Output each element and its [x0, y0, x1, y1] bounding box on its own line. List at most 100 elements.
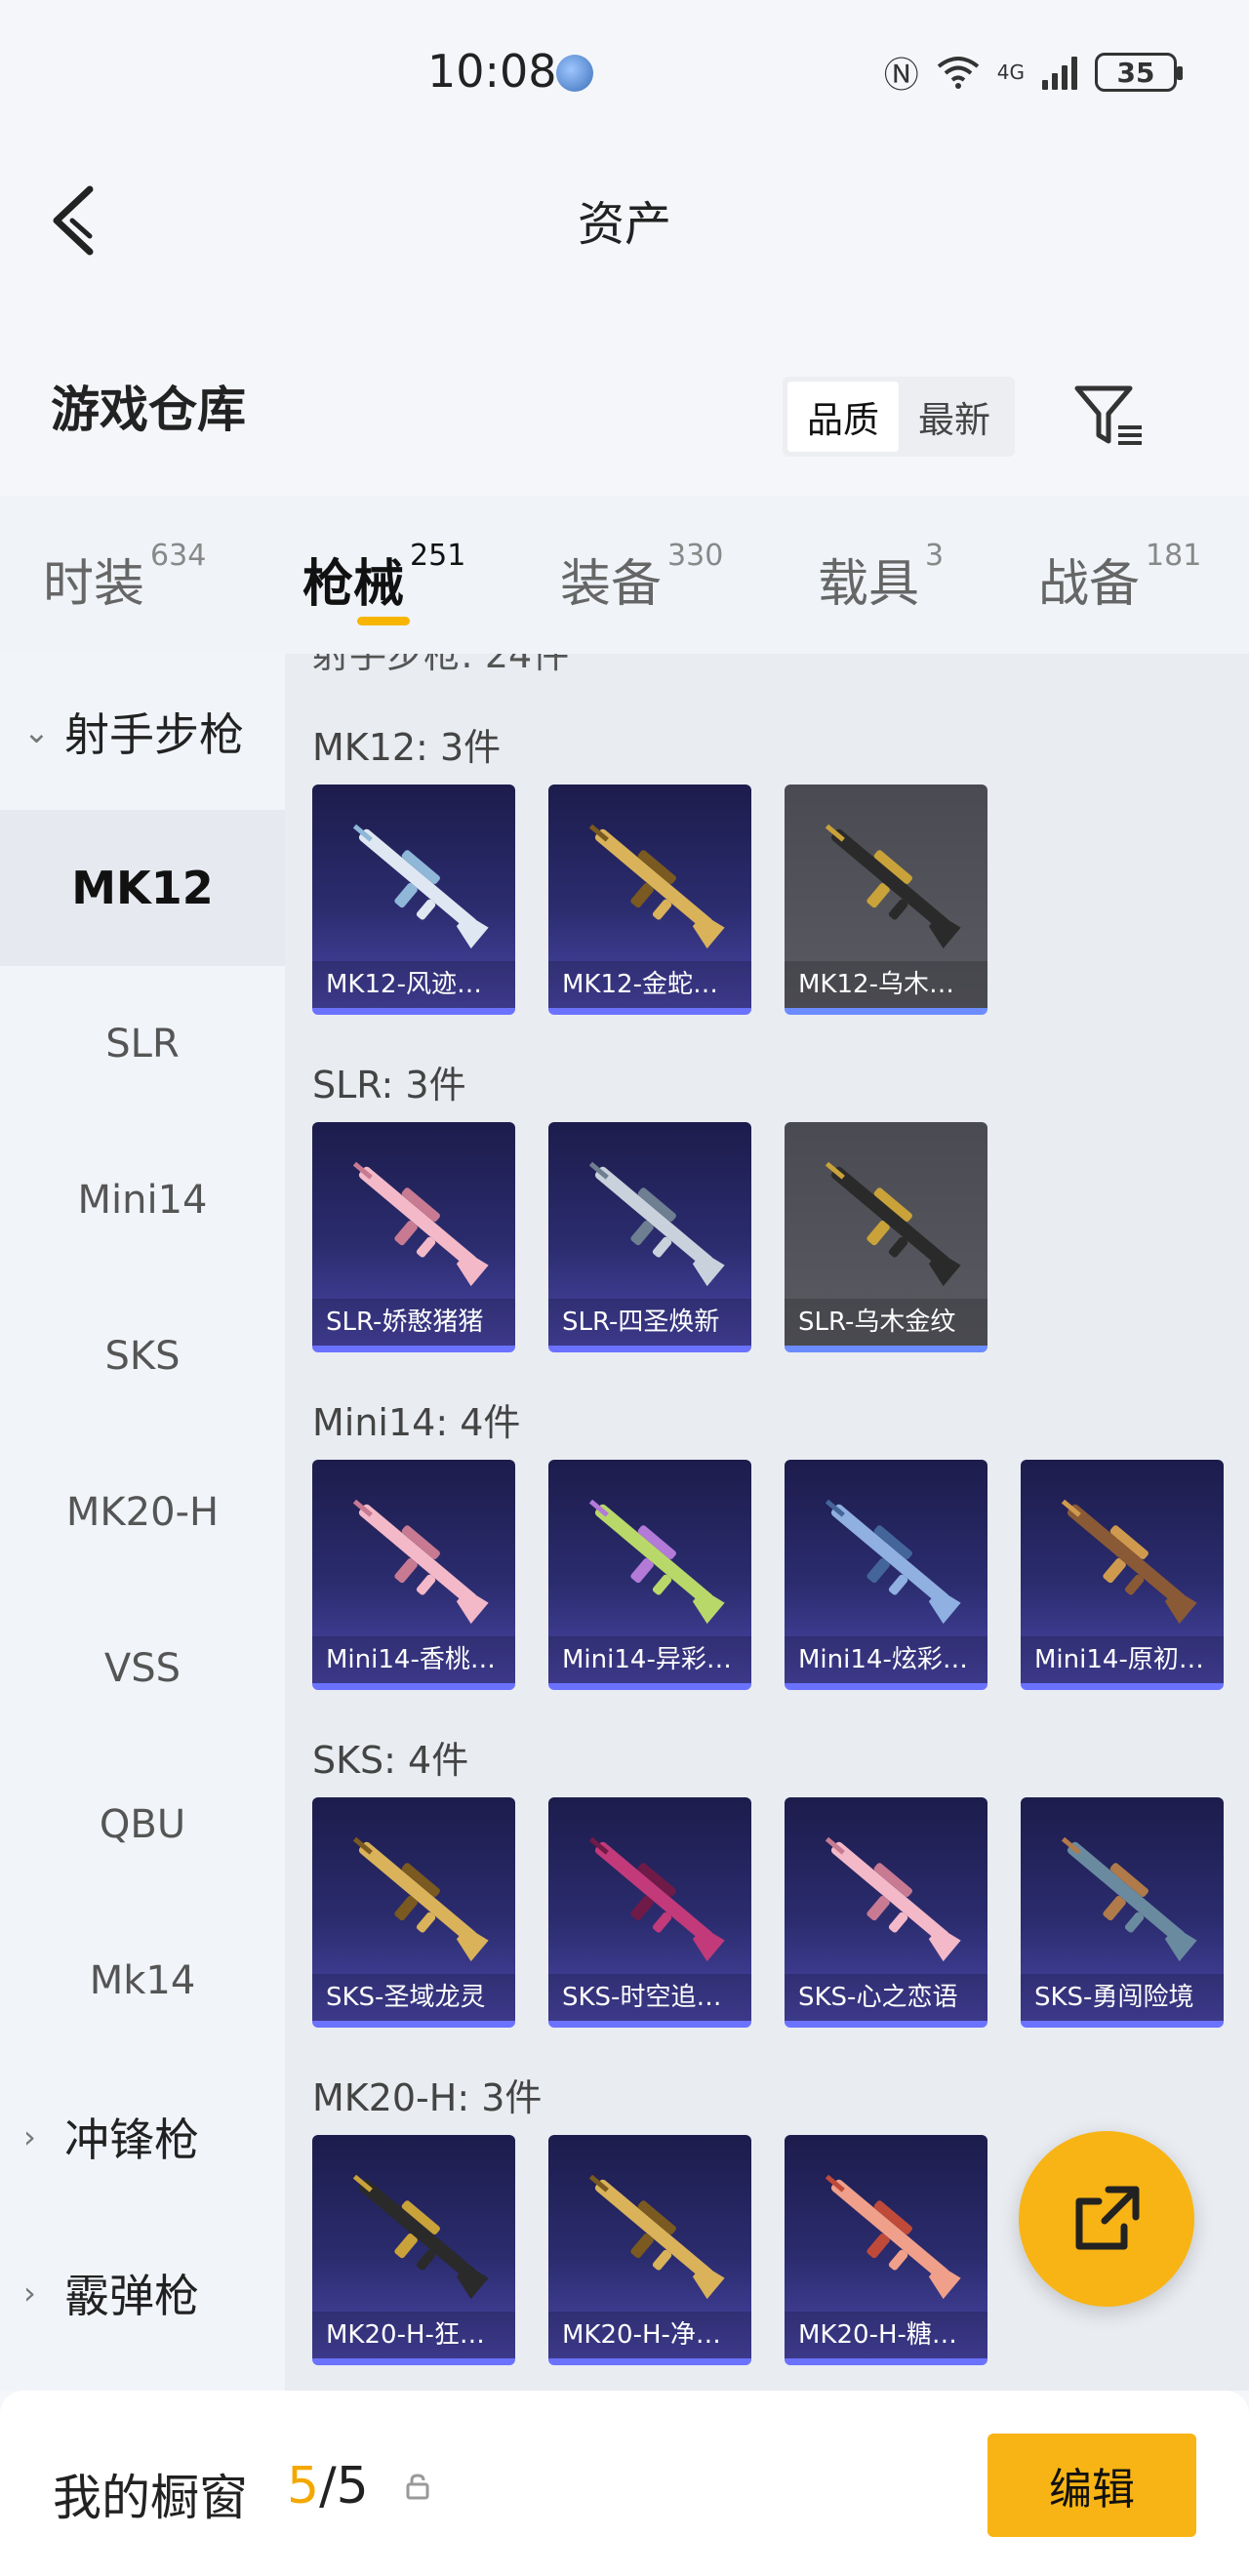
weapon-group: Mini14: 4件 Mini14-香桃… Mini14-异彩… Mini14-炫彩……	[312, 1391, 1239, 1690]
tab-gear[interactable]: 战备 181	[1038, 539, 1201, 616]
weapon-skin-image	[352, 824, 489, 949]
weapon-skin-image	[825, 824, 961, 949]
weapon-card[interactable]: MK12-金蛇…	[548, 785, 751, 1015]
group-title: SLR: 3件	[312, 1064, 466, 1107]
tab-vehicles[interactable]: 载具 3	[818, 539, 944, 616]
weapon-skin-image	[352, 1836, 489, 1962]
edit-button[interactable]: 编辑	[987, 2434, 1196, 2537]
weapon-card[interactable]: SKS-心之恋语	[785, 1797, 987, 2028]
weapon-card[interactable]: MK20-H-净…	[548, 2135, 751, 2365]
chevron-down-icon: ⌄	[23, 713, 50, 750]
share-button[interactable]	[1019, 2131, 1194, 2307]
sidebar-item-mk12[interactable]: MK12	[0, 810, 285, 966]
chevron-right-icon: ›	[23, 2274, 36, 2312]
status-icons: Ⓝ 4G 35	[883, 49, 1183, 96]
tab-count: 3	[925, 539, 945, 573]
weapon-group: SLR: 3件 SLR-娇憨猪猪 SLR-四圣焕新 SLR-乌木金纹	[312, 1054, 1239, 1352]
showcase-label: 我的橱窗	[53, 2470, 248, 2526]
tab-label: 枪械	[302, 555, 405, 614]
weapon-card[interactable]: Mini14-原初…	[1021, 1460, 1224, 1690]
sidebar-group-marksman[interactable]: ⌄ 射手步枪	[0, 654, 285, 810]
weapon-card[interactable]: SKS-时空追…	[548, 1797, 751, 2028]
group-title: MK20-H: 3件	[312, 2076, 543, 2119]
weapon-skin-image	[588, 1161, 725, 1287]
showcase-bar: 我的橱窗 5/5 编辑	[0, 2391, 1249, 2576]
sidebar-item-slr[interactable]: SLR	[0, 966, 285, 1122]
weapon-skin-image	[588, 1836, 725, 1962]
group-title: Mini14: 4件	[312, 1401, 521, 1444]
sidebar-item-mk20h[interactable]: MK20-H	[0, 1434, 285, 1590]
weapon-card-name: SLR-娇憨猪猪	[312, 1299, 515, 1346]
weapon-skin-image	[588, 2174, 725, 2300]
weapon-card[interactable]: SKS-勇闯险境	[1021, 1797, 1224, 2028]
weapon-card[interactable]: SLR-四圣焕新	[548, 1122, 751, 1352]
sidebar-group-label: 霰弹枪	[64, 2270, 199, 2322]
tab-count: 634	[150, 539, 207, 573]
weapon-card-name: SKS-圣域龙灵	[312, 1974, 515, 2021]
weapon-card[interactable]: MK20-H-糖…	[785, 2135, 987, 2365]
status-bar: 10:08 Ⓝ 4G 35	[0, 0, 1249, 146]
network-type: 4G	[996, 60, 1025, 84]
showcase-total: 5	[336, 2457, 369, 2516]
weapon-card[interactable]: Mini14-异彩…	[548, 1460, 751, 1690]
weapon-skin-image	[1061, 1499, 1197, 1625]
weapon-card-row: MK12-风迹… MK12-金蛇… MK12-乌木…	[312, 785, 1239, 1015]
weapon-card[interactable]: MK12-乌木…	[785, 785, 987, 1015]
category-tabs: 时装 634 枪械 251 装备 330 载具 3 战备 181	[0, 496, 1249, 654]
weapon-card-name: SLR-乌木金纹	[785, 1299, 987, 1346]
section-title: 游戏仓库	[51, 382, 246, 438]
tab-count: 330	[667, 539, 724, 573]
weapon-group: MK12: 3件 MK12-风迹… MK12-金蛇… MK12-乌木…	[312, 716, 1239, 1015]
weapon-card-name: SLR-四圣焕新	[548, 1299, 751, 1346]
sidebar-group-label: 射手步枪	[64, 708, 244, 761]
tab-count: 251	[410, 539, 466, 573]
weapon-card[interactable]: Mini14-香桃…	[312, 1460, 515, 1690]
page-title: 资产	[577, 197, 671, 252]
signal-icon	[1042, 55, 1077, 90]
status-time: 10:08	[427, 45, 557, 98]
tab-firearms[interactable]: 枪械 251	[302, 539, 465, 616]
weapon-card[interactable]: Mini14-炫彩…	[785, 1460, 987, 1690]
tab-equipment[interactable]: 装备 330	[560, 539, 723, 616]
active-tab-indicator	[357, 617, 410, 625]
weapon-card-name: Mini14-异彩…	[548, 1636, 751, 1683]
weapon-skin-image	[825, 1836, 961, 1962]
sort-option-newest[interactable]: 最新	[899, 382, 1010, 452]
filter-list-icon[interactable]	[1073, 382, 1146, 451]
tab-label: 时装	[43, 555, 145, 614]
weapon-card-name: SKS-时空追…	[548, 1974, 751, 2021]
tab-label: 载具	[818, 555, 920, 614]
lock-icon	[406, 2474, 429, 2500]
sidebar-item-qbu[interactable]: QBU	[0, 1747, 285, 1903]
share-external-icon	[1075, 2186, 1140, 2250]
sidebar-group-smg[interactable]: › 冲锋枪	[0, 2059, 285, 2215]
tab-fashion[interactable]: 时装 634	[43, 539, 206, 616]
sidebar-item-mini14[interactable]: Mini14	[0, 1122, 285, 1278]
showcase-count: 5/5	[287, 2457, 369, 2516]
weapon-skin-image	[825, 1499, 961, 1625]
showcase-separator: /	[319, 2457, 337, 2516]
weapon-card[interactable]: MK20-H-狂…	[312, 2135, 515, 2365]
sort-option-quality[interactable]: 品质	[787, 382, 899, 452]
nfc-icon: Ⓝ	[883, 56, 919, 96]
weapon-card[interactable]: MK12-风迹…	[312, 785, 515, 1015]
weapon-card-name: MK12-乌木…	[785, 961, 987, 1008]
weapon-card[interactable]: SLR-乌木金纹	[785, 1122, 987, 1352]
sidebar-group-shotgun[interactable]: › 霰弹枪	[0, 2215, 285, 2371]
weapon-card[interactable]: SLR-娇憨猪猪	[312, 1122, 515, 1352]
weapon-skin-image	[825, 1161, 961, 1287]
sidebar-item-mk14[interactable]: Mk14	[0, 1903, 285, 2059]
showcase-current: 5	[287, 2457, 320, 2516]
weapon-card[interactable]: SKS-圣域龙灵	[312, 1797, 515, 2028]
weapon-card-name: Mini14-香桃…	[312, 1636, 515, 1683]
weapon-skin-image	[352, 2174, 489, 2300]
weapon-card-name: MK20-H-净…	[548, 2312, 751, 2358]
sidebar-item-vss[interactable]: VSS	[0, 1590, 285, 1747]
weapon-skin-image	[588, 1499, 725, 1625]
weapon-skin-image	[825, 2174, 961, 2300]
tab-label: 战备	[1038, 555, 1141, 614]
group-title: MK12: 3件	[312, 726, 502, 769]
sidebar-item-sks[interactable]: SKS	[0, 1278, 285, 1434]
chevron-right-icon: ›	[23, 2118, 36, 2155]
weapon-skin-image	[1061, 1836, 1197, 1962]
